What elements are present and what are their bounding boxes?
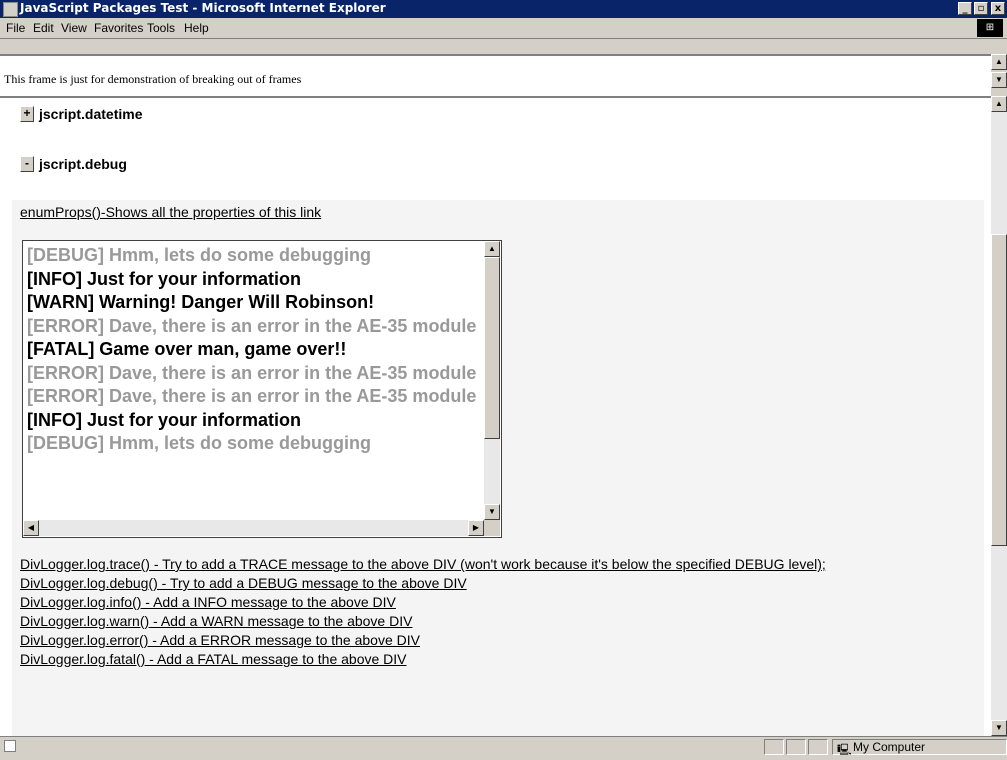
status-panel [808, 739, 828, 755]
maximize-button[interactable]: ▫ [974, 2, 988, 15]
log-entry: [ERROR] Dave, there is an error in the A… [27, 386, 477, 406]
window-title: JavaScript Packages Test - Microsoft Int… [20, 1, 386, 15]
scroll-up-icon[interactable]: ▲ [991, 96, 1007, 112]
minimize-button[interactable]: _ [958, 2, 972, 15]
package-debug[interactable]: - jscript.debug [20, 156, 127, 172]
menu-edit[interactable]: Edit [33, 21, 54, 35]
log-entry: [INFO] Just for your information [27, 409, 301, 430]
windows-logo-icon: ⊞ [977, 19, 1003, 37]
fatal-link[interactable]: DivLogger.log.fatal() - Add a FATAL mess… [20, 651, 407, 667]
status-panel [764, 739, 784, 755]
menu-favorites[interactable]: Favorites [94, 21, 143, 35]
log-entry: [WARN] Warning! Danger Will Robinson! [27, 292, 375, 312]
scroll-up-icon[interactable]: ▲ [991, 54, 1007, 70]
log-entry: [ERROR] Dave, there is an error in the A… [27, 362, 477, 383]
top-frame-text: This frame is just for demonstration of … [4, 72, 302, 86]
menu-tools[interactable]: Tools [147, 21, 175, 35]
scroll-corner [484, 520, 500, 536]
scroll-left-icon[interactable]: ◀ [23, 520, 39, 536]
scroll-down-icon[interactable]: ▼ [484, 504, 500, 520]
error-link[interactable]: DivLogger.log.error() - Add a ERROR mess… [20, 632, 420, 648]
top-frame-scrollbar[interactable]: ▲ ▼ [991, 54, 1007, 94]
package-datetime[interactable]: + jscript.datetime [20, 106, 142, 122]
debug-content-panel: enumProps()-Shows all the properties of … [12, 200, 984, 736]
scroll-up-icon[interactable]: ▲ [484, 241, 500, 257]
zone-text: My Computer [853, 740, 926, 754]
info-link[interactable]: DivLogger.log.info() - Add a INFO messag… [20, 594, 396, 610]
log-text: [DEBUG] Hmm, lets do some debugging [INF… [27, 244, 482, 456]
scroll-thumb[interactable] [991, 234, 1007, 546]
title-bar: JavaScript Packages Test - Microsoft Int… [0, 0, 1007, 18]
log-output-div[interactable]: [DEBUG] Hmm, lets do some debugging [INF… [22, 240, 502, 538]
log-entry: [DEBUG] Hmm, lets do some debugging [27, 245, 372, 265]
debug-link[interactable]: DivLogger.log.debug() - Try to add a DEB… [20, 575, 467, 591]
status-panel [786, 739, 806, 755]
collapse-icon[interactable]: - [20, 156, 34, 172]
main-frame: + jscript.datetime - jscript.debug enumPro… [0, 98, 991, 736]
log-hscrollbar[interactable]: ◀ ▶ [23, 520, 484, 536]
scroll-thumb[interactable] [484, 257, 500, 439]
trace-link[interactable]: DivLogger.log.trace() - Try to add a TRA… [20, 556, 826, 572]
log-entry: [ERROR] Dave, there is an error in the A… [27, 315, 477, 336]
computer-icon: 🖳 [837, 744, 852, 756]
menu-help[interactable]: Help [184, 21, 209, 35]
warn-link[interactable]: DivLogger.log.warn() - Add a WARN messag… [20, 613, 412, 629]
zone-panel: 🖳 My Computer [832, 739, 1007, 756]
ie-icon [3, 2, 18, 17]
scroll-right-icon[interactable]: ▶ [468, 520, 484, 536]
scroll-down-icon[interactable]: ▼ [991, 720, 1007, 736]
menu-view[interactable]: View [61, 21, 87, 35]
top-frame: This frame is just for demonstration of … [0, 54, 991, 98]
log-entry: [FATAL] Game over man, game over!! [27, 339, 347, 359]
log-entry: [DEBUG] Hmm, lets do some debugging [27, 433, 372, 453]
main-vscrollbar[interactable]: ▲ ▼ [991, 96, 1007, 736]
menu-bar: File Edit View Favorites Tools Help ⊞ [0, 18, 1007, 39]
log-vscrollbar[interactable]: ▲ ▼ [484, 241, 500, 520]
menu-file[interactable]: File [6, 21, 25, 35]
package-name: jscript.datetime [39, 106, 143, 122]
log-entry: [INFO] Just for your information [27, 268, 301, 289]
expand-icon[interactable]: + [20, 106, 34, 122]
action-links: DivLogger.log.trace() - Try to add a TRA… [20, 555, 980, 669]
enum-props-link[interactable]: enumProps()-Shows all the properties of … [20, 204, 321, 220]
close-button[interactable]: x [991, 2, 1005, 15]
scroll-down-icon[interactable]: ▼ [991, 72, 1007, 88]
page-icon [4, 740, 16, 752]
status-bar: 🖳 My Computer [0, 736, 1007, 757]
package-name: jscript.debug [39, 156, 127, 172]
